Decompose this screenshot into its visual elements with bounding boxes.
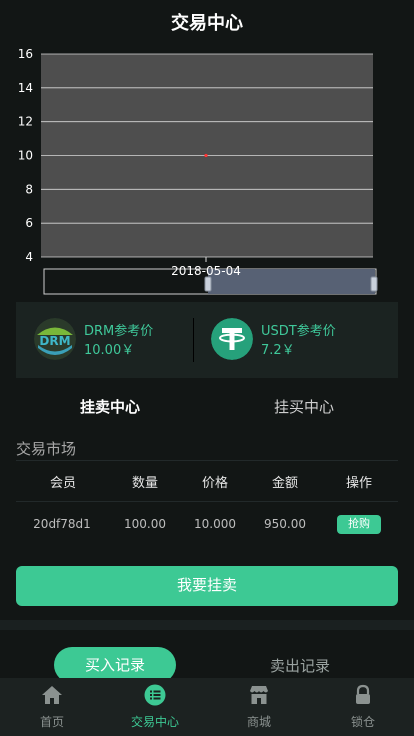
reference-price-panel: DRM DRM参考价 10.00￥ USDT参考价 7.2￥ — [16, 302, 398, 378]
price-chart-svg: 16 14 12 10 8 6 4 2018-05-04 — [18, 47, 378, 295]
tab-sell-center[interactable]: 挂卖中心 — [80, 396, 140, 417]
nav-item-store[interactable]: 商城 — [224, 678, 294, 736]
x-tick-label: 2018-05-04 — [171, 264, 241, 278]
range-slider-handle-left — [204, 276, 212, 292]
y-tick-label: 16 — [18, 47, 33, 61]
nav-label: 首页 — [39, 715, 64, 729]
nav-item-trade-center[interactable]: 交易中心 — [120, 678, 190, 736]
post-sell-button[interactable]: 我要挂卖 — [16, 566, 398, 606]
home-icon — [42, 686, 62, 704]
column-header-quantity: 数量 — [131, 476, 158, 491]
tab-buy-center[interactable]: 挂买中心 — [274, 396, 334, 417]
svg-text:DRM: DRM — [39, 334, 70, 348]
column-header-member: 会员 — [49, 476, 76, 491]
y-tick-label: 12 — [18, 115, 33, 129]
cell-amount: 950.00 — [264, 517, 306, 531]
trade-list-icon — [144, 684, 166, 706]
y-tick-label: 8 — [25, 182, 33, 196]
cell-quantity: 100.00 — [124, 517, 166, 531]
market-title: 交易市场 — [16, 440, 77, 458]
y-tick-label: 6 — [25, 216, 33, 230]
column-header-price: 价格 — [201, 476, 228, 491]
drm-price-value: 10.00￥ — [84, 343, 135, 358]
section-separator — [0, 620, 414, 630]
nav-item-home[interactable]: 首页 — [17, 678, 87, 736]
price-chart[interactable]: 16 14 12 10 8 6 4 2018-05-04 — [0, 40, 414, 302]
drm-logo-icon: DRM — [34, 318, 76, 360]
column-header-action: 操作 — [345, 476, 372, 491]
nav-item-lock[interactable]: 锁仓 — [328, 678, 398, 736]
usdt-price-label: USDT参考价 — [261, 324, 336, 339]
usdt-price-value: 7.2￥ — [261, 343, 295, 358]
nav-label: 交易中心 — [130, 715, 179, 729]
grab-buy-button[interactable]: 抢购 — [337, 515, 381, 534]
nav-label: 商城 — [246, 715, 271, 729]
data-point — [204, 153, 208, 158]
column-header-amount: 金额 — [271, 476, 298, 491]
bottom-nav: 首页 交易中心 商城 锁仓 — [0, 678, 414, 736]
drm-price-label: DRM参考价 — [84, 324, 154, 339]
cell-member: 20df78d1 — [33, 517, 91, 531]
range-slider-handle-right — [370, 276, 378, 292]
nav-label: 锁仓 — [350, 715, 375, 729]
sell-records-tab[interactable]: 卖出记录 — [240, 655, 360, 676]
usdt-tether-icon — [211, 318, 253, 360]
lock-icon — [356, 684, 370, 704]
divider — [16, 501, 398, 502]
page-title: 交易中心 — [171, 13, 243, 34]
cell-price: 10.000 — [194, 517, 236, 531]
y-tick-label: 4 — [25, 250, 33, 264]
store-icon — [250, 686, 268, 704]
y-tick-label: 10 — [18, 149, 33, 163]
drm-price-card: DRM DRM参考价 10.00￥ — [16, 302, 193, 378]
divider — [16, 460, 398, 461]
y-tick-label: 14 — [18, 81, 33, 95]
usdt-price-card: USDT参考价 7.2￥ — [193, 302, 398, 378]
